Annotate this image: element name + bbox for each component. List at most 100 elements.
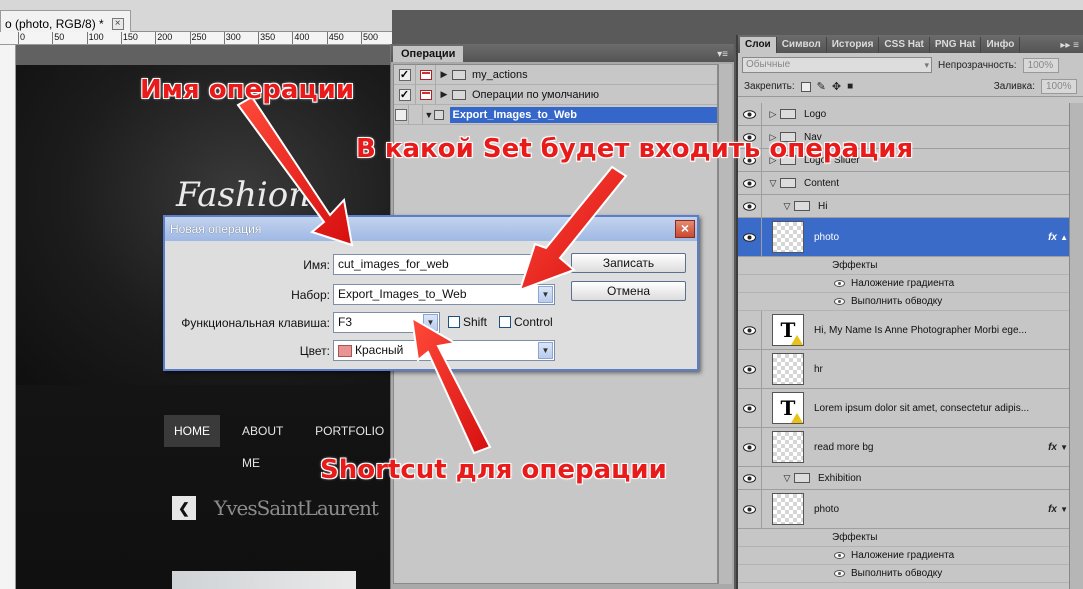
effect-row[interactable]: Наложение градиента xyxy=(738,547,1071,565)
layers-list: ▷ Logo ▷ Nav ▷ Logos Slider ▽ Content ▽ Hi photo fx… xyxy=(738,103,1071,589)
set-select[interactable]: Export_Images_to_Web ▼ xyxy=(333,284,555,305)
layer-group-row[interactable]: ▽ Hi xyxy=(738,195,1071,218)
check-icon[interactable] xyxy=(395,108,408,121)
action-set-row[interactable]: ✓ ▶ my_actions xyxy=(394,64,717,85)
cancel-button[interactable]: Отмена xyxy=(571,281,686,301)
document-tab[interactable]: o (photo, RGB/8) * × xyxy=(0,10,131,32)
layer-row[interactable]: photo fx ▼ xyxy=(738,490,1071,529)
effect-row[interactable]: Выполнить обводку xyxy=(738,293,1071,311)
layer-row[interactable]: T Lorem ipsum dolor sit amet, consectetur… xyxy=(738,389,1071,428)
eye-icon[interactable] xyxy=(738,311,762,349)
lock-transparency-icon[interactable] xyxy=(800,81,811,92)
dialog-toggle[interactable] xyxy=(409,104,424,125)
panel-menu-icon[interactable]: ▾≡ xyxy=(711,49,734,62)
toggle-checkbox[interactable] xyxy=(394,104,410,125)
layer-group-row[interactable]: ▷ Nav xyxy=(738,126,1071,149)
lock-brush-icon[interactable]: ✎ xyxy=(817,80,826,93)
chevron-icon[interactable]: ▼ xyxy=(1060,505,1068,514)
close-icon[interactable]: × xyxy=(675,220,695,238)
shift-checkbox-box[interactable] xyxy=(448,316,460,328)
fx-icon[interactable]: fx xyxy=(1048,504,1057,515)
dialog-toggle[interactable] xyxy=(416,64,436,85)
tab-panel[interactable]: CSS Hat xyxy=(879,37,930,53)
layer-row[interactable]: read more bg fx ▼ xyxy=(738,428,1071,467)
toggle-checkbox[interactable]: ✓ xyxy=(394,64,416,85)
eye-icon[interactable] xyxy=(738,490,762,528)
check-icon[interactable]: ✓ xyxy=(398,68,411,81)
chevron-icon[interactable]: ▲ xyxy=(1060,233,1068,242)
layer-group-row[interactable]: ▷ Logos Slider xyxy=(738,149,1071,172)
effect-row[interactable]: Наложение градиента xyxy=(738,275,1071,293)
chevron-icon[interactable]: ▼ xyxy=(1060,443,1068,452)
expand-down-icon[interactable]: ▽ xyxy=(766,178,780,189)
action-set-row[interactable]: ✓ ▶ Операции по умолчанию xyxy=(394,84,717,105)
tab-panel[interactable]: Символ xyxy=(777,37,827,53)
blend-mode-select[interactable]: Обычные xyxy=(742,57,932,73)
function-key-select[interactable]: F3 ▼ xyxy=(333,312,440,333)
layer-thumbnail xyxy=(772,353,804,385)
eye-icon[interactable] xyxy=(738,126,762,148)
effects-row[interactable]: Эффекты xyxy=(738,257,1071,275)
chevron-down-icon[interactable]: ▼ xyxy=(538,286,553,303)
eye-icon[interactable] xyxy=(834,570,845,577)
action-set-row[interactable]: ▼ Export_Images_to_Web xyxy=(394,104,717,125)
layer-row[interactable]: hr xyxy=(738,350,1071,389)
layer-name: photo xyxy=(814,231,840,243)
effect-row[interactable]: Выполнить обводку xyxy=(738,565,1071,583)
expand-right-icon[interactable]: ▷ xyxy=(766,132,780,143)
expand-triangle-icon[interactable]: ▶ xyxy=(436,89,452,100)
layer-group-row[interactable]: ▽ Content xyxy=(738,172,1071,195)
layer-group-row[interactable]: ▽ Exhibition xyxy=(738,467,1071,490)
lock-move-icon[interactable]: ✥ xyxy=(832,80,841,93)
expand-down-icon[interactable]: ▽ xyxy=(780,201,794,212)
eye-icon[interactable] xyxy=(834,298,845,305)
layers-scrollbar[interactable] xyxy=(1069,103,1083,589)
fx-icon[interactable]: fx xyxy=(1048,232,1057,243)
fill-field[interactable]: 100% xyxy=(1041,79,1077,94)
tab-panel[interactable]: История xyxy=(827,37,880,53)
tab-panel[interactable]: Инфо xyxy=(981,37,1021,53)
toggle-checkbox[interactable]: ✓ xyxy=(394,84,416,105)
expand-right-icon[interactable]: ▷ xyxy=(766,155,780,166)
eye-icon[interactable] xyxy=(738,149,762,171)
control-checkbox[interactable]: Control xyxy=(499,315,553,329)
panel-menu-icon[interactable]: ▸▸ ≡ xyxy=(1056,40,1083,53)
eye-icon[interactable] xyxy=(738,195,762,217)
expand-down-icon[interactable]: ▽ xyxy=(780,473,794,484)
dialog-toggle[interactable] xyxy=(416,84,436,105)
actions-scrollbar[interactable] xyxy=(718,64,732,584)
opacity-field[interactable]: 100% xyxy=(1022,57,1059,73)
eye-icon[interactable] xyxy=(738,467,762,489)
eye-icon[interactable] xyxy=(738,389,762,427)
layer-group-row[interactable]: ▷ Logo xyxy=(738,103,1071,126)
color-select[interactable]: Красный ▼ xyxy=(333,340,555,361)
control-checkbox-box[interactable] xyxy=(499,316,511,328)
layer-row[interactable]: photo fx ▲ xyxy=(738,218,1071,257)
lock-all-icon[interactable]: ■ xyxy=(847,81,853,92)
shift-checkbox[interactable]: Shift xyxy=(448,315,487,329)
effects-row[interactable]: Эффекты xyxy=(738,529,1071,547)
eye-icon[interactable] xyxy=(834,280,845,287)
chevron-down-icon[interactable]: ▼ xyxy=(538,342,553,359)
eye-icon[interactable] xyxy=(738,350,762,388)
expand-triangle-icon[interactable]: ▶ xyxy=(436,69,452,80)
expand-triangle-icon[interactable]: ▼ xyxy=(423,110,434,120)
tab-layers[interactable]: Слои xyxy=(740,37,777,53)
eye-icon[interactable] xyxy=(738,172,762,194)
tab-actions[interactable]: Операции xyxy=(393,46,464,62)
eye-icon[interactable] xyxy=(738,428,762,466)
chevron-down-icon[interactable]: ▼ xyxy=(423,314,438,331)
eye-icon[interactable] xyxy=(834,552,845,559)
fx-icon[interactable]: fx xyxy=(1048,442,1057,453)
record-button[interactable]: Записать xyxy=(571,253,686,273)
action-name-input[interactable]: cut_images_for_web xyxy=(333,254,551,275)
ruler-label: 200 xyxy=(157,32,173,42)
eye-icon[interactable] xyxy=(738,103,762,125)
check-icon[interactable]: ✓ xyxy=(398,88,411,101)
layer-name: photo xyxy=(814,503,840,515)
expand-right-icon[interactable]: ▷ xyxy=(766,109,780,120)
eye-icon[interactable] xyxy=(738,218,762,256)
close-icon[interactable]: × xyxy=(111,17,124,30)
layer-row[interactable]: T Hi, My Name Is Anne Photographer Morbi … xyxy=(738,311,1071,350)
tab-panel[interactable]: PNG Hat xyxy=(930,37,982,53)
